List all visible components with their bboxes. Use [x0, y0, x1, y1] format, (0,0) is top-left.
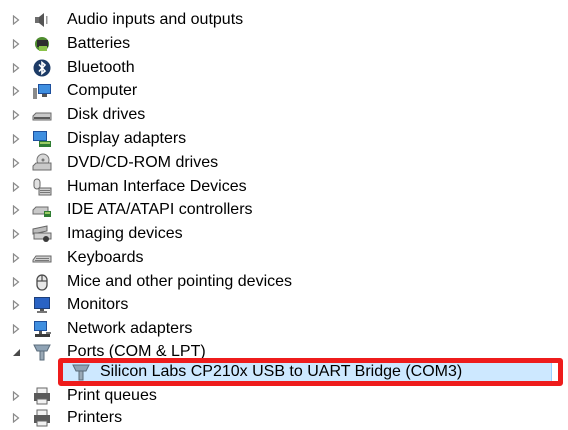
tree-item-network-adapters[interactable]: Network adapters: [0, 318, 568, 340]
monitor-icon: [32, 295, 52, 315]
tree-item-label: Keyboards: [67, 249, 144, 266]
tree-item-imaging-devices[interactable]: Imaging devices: [0, 223, 568, 245]
tree-item-keyboards[interactable]: Keyboards: [0, 247, 568, 269]
tree-item-computer[interactable]: Computer: [0, 80, 568, 102]
network-adapter-icon: [32, 319, 52, 339]
port-icon: [32, 342, 52, 362]
tree-item-print-queues[interactable]: Print queues: [0, 385, 568, 407]
tree-item-bluetooth[interactable]: Bluetooth: [0, 57, 568, 79]
bluetooth-icon: [32, 58, 52, 78]
tree-item-label: Audio inputs and outputs: [67, 11, 244, 28]
tree-item-label: Display adapters: [67, 130, 187, 147]
tree-item-label: Computer: [67, 82, 138, 99]
tree-item-disk-drives[interactable]: Disk drives: [0, 104, 568, 126]
hid-icon: [32, 177, 52, 197]
tree-item-label: Disk drives: [67, 106, 146, 123]
tree-item-label: DVD/CD-ROM drives: [67, 154, 219, 171]
computer-icon: [32, 81, 52, 101]
tree-item-label: Bluetooth: [67, 59, 135, 76]
tree-item-human-interface-devices[interactable]: Human Interface Devices: [0, 176, 568, 198]
printer-icon: [32, 386, 52, 406]
tree-item-batteries[interactable]: Batteries: [0, 33, 568, 55]
expand-arrow-icon[interactable]: [10, 271, 22, 293]
speaker-icon: [32, 10, 52, 30]
device-tree: Audio inputs and outputs Batteries Bluet…: [0, 0, 568, 430]
expand-arrow-icon[interactable]: [10, 9, 22, 31]
mouse-icon: [32, 272, 52, 292]
dvd-drive-icon: [32, 153, 52, 173]
tree-item-mice-and-other-pointing-devices[interactable]: Mice and other pointing devices: [0, 271, 568, 293]
tree-item-display-adapters[interactable]: Display adapters: [0, 128, 568, 150]
expand-arrow-icon[interactable]: [10, 385, 22, 407]
tree-item-label: Batteries: [67, 35, 131, 52]
expand-arrow-icon[interactable]: [10, 152, 22, 174]
tree-item-ide-ata-atapi-controllers[interactable]: IDE ATA/ATAPI controllers: [0, 199, 568, 221]
tree-item-label: IDE ATA/ATAPI controllers: [67, 201, 253, 218]
tree-item-monitors[interactable]: Monitors: [0, 294, 568, 316]
tree-item-audio-inputs-and-outputs[interactable]: Audio inputs and outputs: [0, 9, 568, 31]
red-highlight-box: [58, 358, 563, 386]
tree-item-label: Mice and other pointing devices: [67, 273, 293, 290]
expand-arrow-icon[interactable]: [10, 104, 22, 126]
tree-item-label: Print queues: [67, 387, 157, 404]
ide-controller-icon: [32, 200, 52, 220]
tree-item-label: Imaging devices: [67, 225, 183, 242]
tree-item-dvd-cd-rom-drives[interactable]: DVD/CD-ROM drives: [0, 152, 568, 174]
battery-icon: [32, 34, 52, 54]
expand-arrow-icon[interactable]: [10, 128, 22, 150]
expand-arrow-icon[interactable]: [10, 176, 22, 198]
expand-arrow-icon[interactable]: [10, 294, 22, 316]
expand-arrow-icon[interactable]: [10, 223, 22, 245]
expand-arrow-icon[interactable]: [10, 33, 22, 55]
expand-arrow-icon[interactable]: [10, 247, 22, 269]
tree-item-label: Monitors: [67, 296, 129, 313]
expand-arrow-icon[interactable]: [10, 318, 22, 340]
expand-arrow-icon[interactable]: [10, 407, 22, 429]
tree-item-printers[interactable]: Printers: [0, 407, 568, 429]
printer-icon: [32, 408, 52, 428]
tree-item-label: Printers: [67, 409, 123, 426]
expand-arrow-icon[interactable]: [10, 57, 22, 79]
keyboard-icon: [32, 248, 52, 268]
expand-arrow-icon[interactable]: [10, 80, 22, 102]
tree-item-label: Network adapters: [67, 320, 193, 337]
scanner-icon: [32, 224, 52, 244]
collapse-arrow-icon[interactable]: [10, 341, 22, 363]
tree-item-label: Human Interface Devices: [67, 178, 247, 195]
selected-port-item-container: Silicon Labs CP210x USB to UART Bridge (…: [58, 358, 563, 386]
display-adapter-icon: [32, 129, 52, 149]
expand-arrow-icon[interactable]: [10, 199, 22, 221]
disk-drive-icon: [32, 105, 52, 125]
